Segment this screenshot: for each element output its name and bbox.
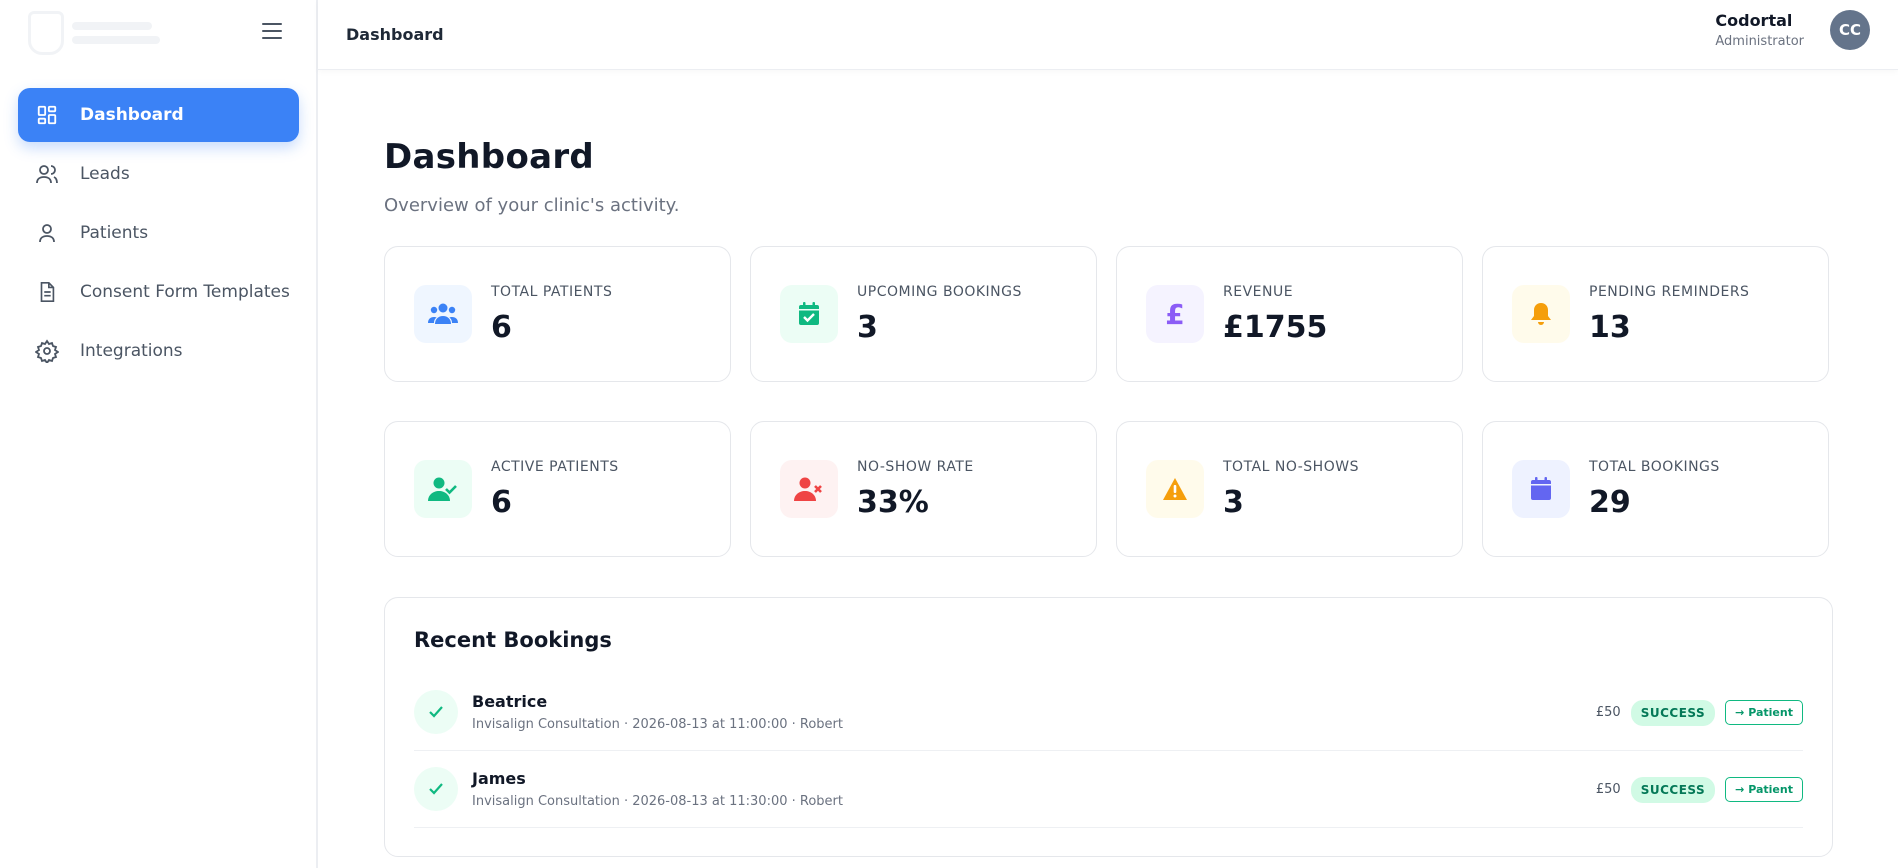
stat-value: 29 <box>1589 484 1631 520</box>
document-icon <box>34 279 60 305</box>
stat-label: PENDING REMINDERS <box>1589 283 1750 300</box>
stat-label: REVENUE <box>1223 283 1294 300</box>
stat-card-active-patients: ACTIVE PATIENTS 6 <box>384 421 731 557</box>
table-row: James Invisalign Consultation · 2026-08-… <box>414 751 1803 828</box>
sidebar-item-label: Integrations <box>80 341 183 361</box>
status-badge: SUCCESS <box>1630 699 1716 726</box>
user-role: Administrator <box>1715 34 1804 49</box>
recent-bookings-panel: Recent Bookings Beatrice Invisalign Cons… <box>384 597 1833 857</box>
logo <box>28 8 168 58</box>
stat-card-total-patients: TOTAL PATIENTS 6 <box>384 246 731 382</box>
stat-card-total-no-shows: TOTAL NO-SHOWS 3 <box>1116 421 1463 557</box>
sidebar-item-patients[interactable]: Patients <box>18 206 299 260</box>
gear-icon <box>34 338 60 364</box>
stat-value: 33% <box>857 484 929 520</box>
stat-value: 13 <box>1589 309 1631 345</box>
avatar[interactable]: CC <box>1830 10 1870 50</box>
grid-icon <box>34 102 60 128</box>
recent-bookings-title: Recent Bookings <box>414 628 612 652</box>
check-icon <box>414 767 458 811</box>
app: Dashboard Leads Patients Consent Form Te… <box>0 0 1898 868</box>
user-check-icon <box>414 460 472 518</box>
topbar: Dashboard Codortal Administrator CC <box>318 0 1898 70</box>
stat-card-pending-reminders: PENDING REMINDERS 13 <box>1482 246 1829 382</box>
to-patient-button[interactable]: → Patient <box>1725 777 1803 802</box>
booking-patient-name: Beatrice <box>472 692 548 711</box>
sidebar: Dashboard Leads Patients Consent Form Te… <box>0 0 318 868</box>
stat-card-no-show-rate: NO-SHOW RATE 33% <box>750 421 1097 557</box>
booking-patient-name: James <box>472 769 526 788</box>
booking-details: Invisalign Consultation · 2026-08-13 at … <box>472 717 843 732</box>
stat-card-revenue: £ REVENUE £1755 <box>1116 246 1463 382</box>
stat-label: TOTAL PATIENTS <box>491 283 613 300</box>
user-name: Codortal <box>1715 11 1793 30</box>
user-icon <box>34 220 60 246</box>
table-row: Beatrice Invisalign Consultation · 2026-… <box>414 674 1803 751</box>
user-menu[interactable]: Codortal Administrator CC <box>1715 10 1870 50</box>
stat-label: TOTAL NO-SHOWS <box>1223 458 1359 475</box>
stat-label: ACTIVE PATIENTS <box>491 458 619 475</box>
tooth-logo-icon <box>28 11 64 55</box>
user-x-icon <box>780 460 838 518</box>
stat-label: NO-SHOW RATE <box>857 458 974 475</box>
dashboard-content: Dashboard Overview of your clinic's acti… <box>384 70 1833 857</box>
calendar-icon <box>1512 460 1570 518</box>
stats-grid: TOTAL PATIENTS 6 UPCOMING BOOKINGS 3 £ R… <box>384 246 1833 557</box>
sidebar-item-integrations[interactable]: Integrations <box>18 324 299 378</box>
booking-price: £50 <box>1595 782 1621 797</box>
hamburger-menu-icon[interactable] <box>262 18 288 44</box>
sidebar-item-consent-form-templates[interactable]: Consent Form Templates <box>18 265 299 319</box>
stat-label: TOTAL BOOKINGS <box>1589 458 1720 475</box>
sidebar-nav: Dashboard Leads Patients Consent Form Te… <box>18 88 299 383</box>
stat-card-upcoming-bookings: UPCOMING BOOKINGS 3 <box>750 246 1097 382</box>
page-subtitle: Overview of your clinic's activity. <box>384 195 680 216</box>
calendar-check-icon <box>780 285 838 343</box>
warning-icon <box>1146 460 1204 518</box>
check-icon <box>414 690 458 734</box>
people-icon <box>414 285 472 343</box>
stat-card-total-bookings: TOTAL BOOKINGS 29 <box>1482 421 1829 557</box>
main-area: Dashboard Codortal Administrator CC Dash… <box>318 0 1898 868</box>
pound-icon: £ <box>1146 285 1204 343</box>
booking-price: £50 <box>1595 705 1621 720</box>
sidebar-item-label: Consent Form Templates <box>80 282 290 302</box>
sidebar-item-leads[interactable]: Leads <box>18 147 299 201</box>
sidebar-item-label: Dashboard <box>80 105 184 125</box>
sidebar-item-label: Leads <box>80 164 130 184</box>
stat-value: 6 <box>491 484 512 520</box>
stat-value: 6 <box>491 309 512 345</box>
sidebar-item-label: Patients <box>80 223 149 243</box>
stat-value: 3 <box>857 309 878 345</box>
users-icon <box>34 161 60 187</box>
stat-value: £1755 <box>1223 309 1328 345</box>
stat-label: UPCOMING BOOKINGS <box>857 283 1022 300</box>
sidebar-item-dashboard[interactable]: Dashboard <box>18 88 299 142</box>
booking-details: Invisalign Consultation · 2026-08-13 at … <box>472 794 843 809</box>
status-badge: SUCCESS <box>1630 776 1716 803</box>
page-title: Dashboard <box>384 137 595 177</box>
breadcrumb: Dashboard <box>346 25 444 44</box>
stat-value: 3 <box>1223 484 1244 520</box>
to-patient-button[interactable]: → Patient <box>1725 700 1803 725</box>
bell-icon <box>1512 285 1570 343</box>
